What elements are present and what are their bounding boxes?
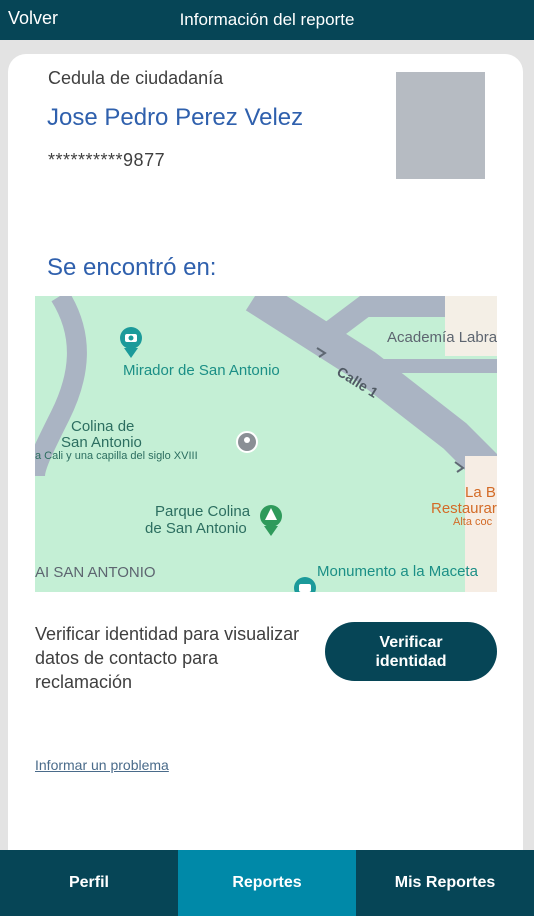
map-label-academia: Academía Labra — [387, 329, 497, 346]
document-owner-name: Jose Pedro Perez Velez — [47, 104, 304, 131]
bottom-navigation: Perfil Reportes Mis Reportes — [0, 850, 534, 916]
verify-identity-button[interactable]: Verificar identidad — [325, 622, 497, 681]
map-label-parque-1: Parque Colina — [155, 503, 251, 520]
verify-button-line2: identidad — [375, 652, 447, 670]
map-building-area — [445, 296, 497, 356]
found-location-heading: Se encontró en: — [47, 254, 217, 281]
page-title: Información del reporte — [179, 10, 355, 29]
map-label-restaurant-3: Alta coc — [453, 516, 493, 528]
tab-reportes[interactable]: Reportes — [178, 850, 356, 916]
document-number: **********9877 — [48, 150, 166, 170]
document-type: Cedula de ciudadanía — [48, 68, 224, 88]
report-card: Cedula de ciudadanía Jose Pedro Perez Ve… — [8, 54, 523, 874]
map-label-colina-2: San Antonio — [61, 434, 142, 451]
top-bar: Volver Información del reporte — [0, 0, 534, 40]
document-photo-placeholder — [396, 72, 485, 179]
map-label-san-antonio: AI SAN ANTONIO — [35, 564, 156, 581]
map-label-colina-1: Colina de — [71, 418, 135, 435]
verify-button-line1: Verificar — [379, 633, 443, 651]
tab-mis-reportes[interactable]: Mis Reportes — [356, 850, 534, 916]
report-problem-link[interactable]: Informar un problema — [35, 757, 169, 773]
map-label-mirador: Mirador de San Antonio — [123, 362, 280, 379]
map-label-monumento: Monumento a la Maceta — [317, 563, 478, 580]
map-label-colina-desc: a Cali y una capilla del siglo XVIII — [35, 450, 198, 462]
map-label-restaurant-1: La B — [465, 484, 496, 501]
tab-perfil[interactable]: Perfil — [0, 850, 178, 916]
location-map[interactable]: Mirador de San Antonio Academía Labra Ca… — [35, 296, 497, 592]
map-label-parque-2: de San Antonio — [145, 520, 247, 537]
map-label-restaurant-2: Restaurar — [431, 500, 497, 517]
verify-description: Verificar identidad para visualizar dato… — [35, 624, 300, 692]
